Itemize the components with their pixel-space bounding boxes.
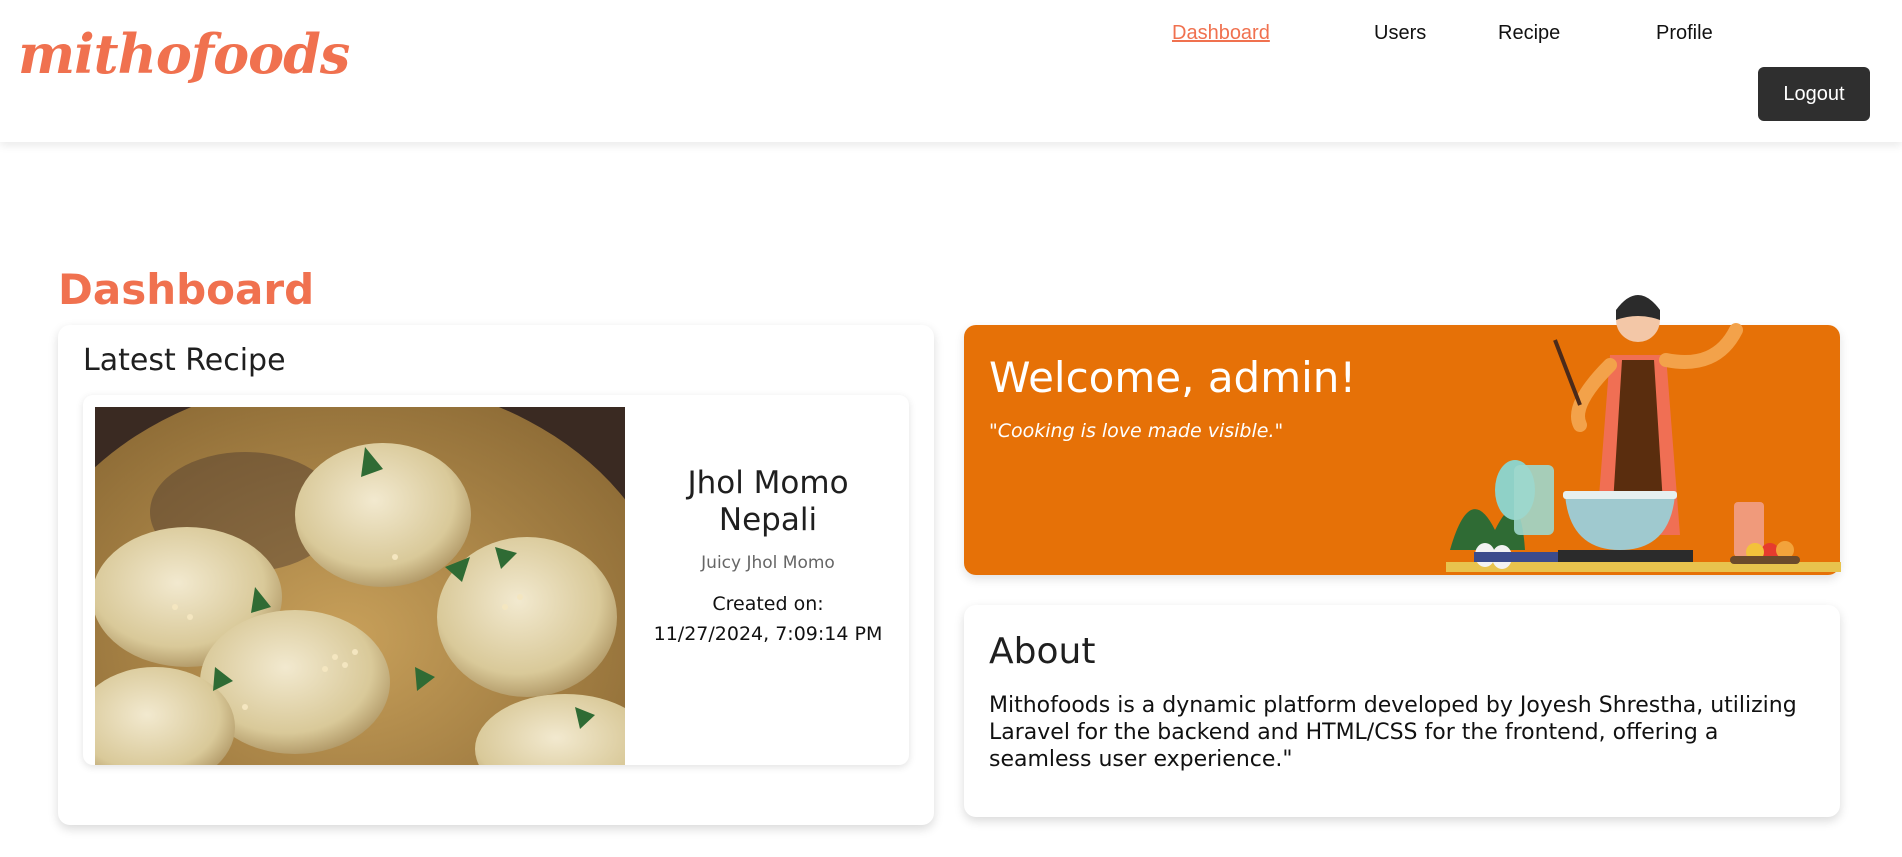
recipe-photo[interactable]: [95, 407, 625, 765]
site-logo[interactable]: mithofoods: [18, 22, 350, 86]
about-text: Mithofoods is a dynamic platform develop…: [989, 693, 1797, 772]
chef-illustration: [1446, 295, 1841, 572]
welcome-title: Welcome, admin!: [989, 353, 1357, 402]
recipe-name[interactable]: Jhol Momo Nepali: [638, 465, 898, 539]
latest-recipe-heading: Latest Recipe: [83, 343, 286, 378]
about-title: About: [989, 631, 1096, 672]
recipe-card[interactable]: Jhol Momo Nepali Juicy Jhol Momo Created…: [83, 395, 909, 765]
created-label: Created on:: [712, 593, 824, 615]
nav-dashboard[interactable]: Dashboard: [1172, 22, 1270, 45]
welcome-quote: "Cooking is love made visible.": [989, 420, 1284, 442]
nav-users[interactable]: Users: [1374, 22, 1426, 45]
page-title: Dashboard: [58, 265, 315, 314]
recipe-description: Juicy Jhol Momo: [701, 553, 835, 573]
momo-dish-image: [95, 407, 625, 765]
latest-recipe-card: Latest Recipe Jhol Momo Nepali Juicy Jho…: [58, 325, 934, 825]
top-navbar: mithofoods Dashboard Users Recipe Profil…: [0, 0, 1902, 142]
logout-button[interactable]: Logout: [1758, 67, 1870, 121]
recipe-info: Jhol Momo Nepali Juicy Jhol Momo Created…: [638, 445, 898, 649]
nav-recipe[interactable]: Recipe: [1498, 22, 1560, 45]
vegetables-icon: [1450, 460, 1564, 569]
nav-profile[interactable]: Profile: [1656, 22, 1713, 45]
about-card: About Mithofoods is a dynamic platform d…: [964, 605, 1840, 817]
created-timestamp: 11/27/2024, 7:09:14 PM: [653, 623, 883, 645]
